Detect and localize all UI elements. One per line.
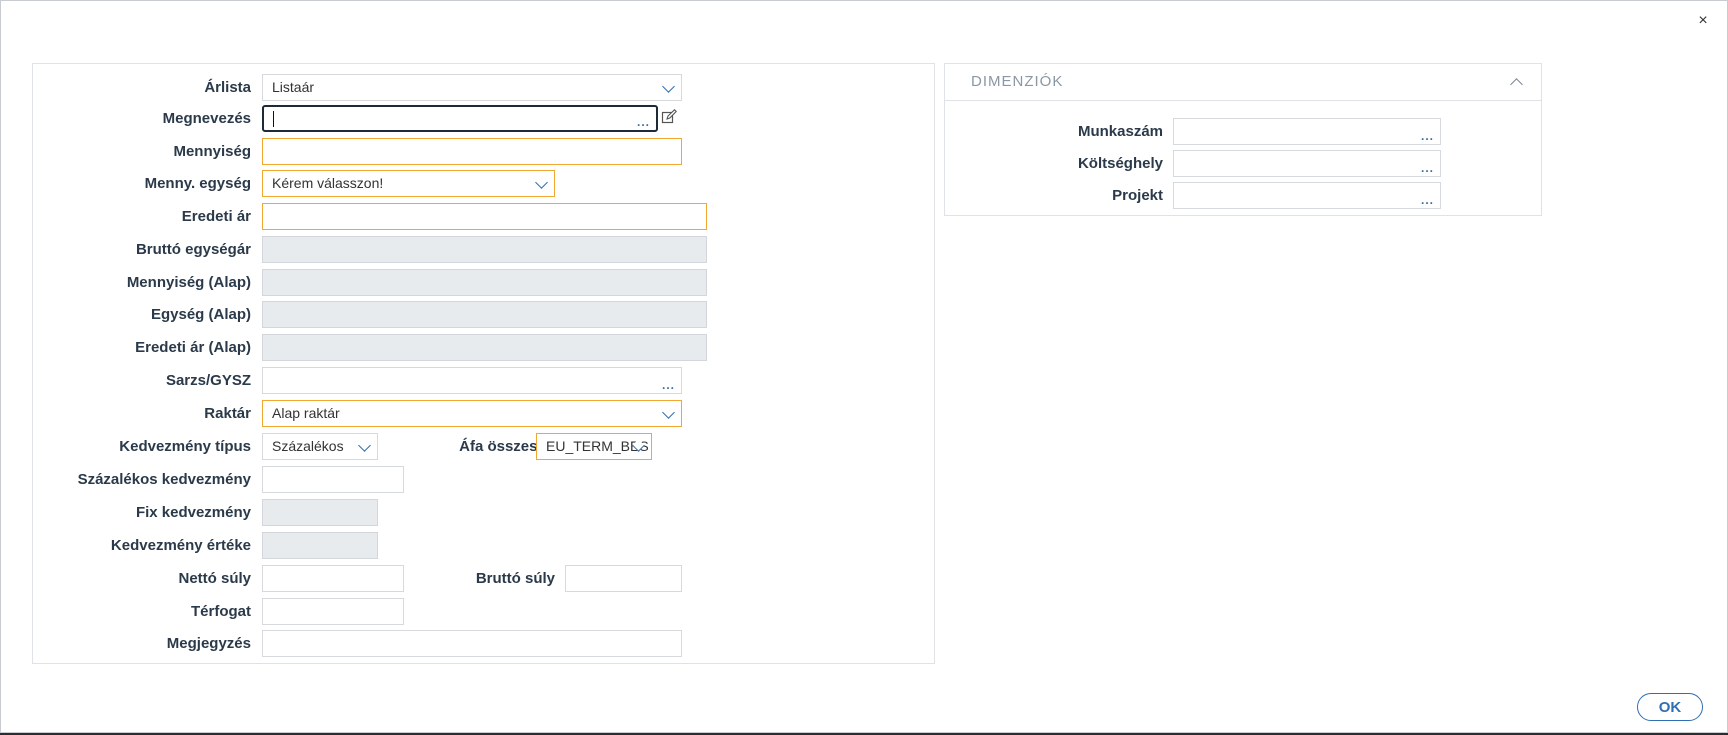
kedvezmeny-erteke-field — [262, 532, 378, 559]
arlista-value: Listaár — [272, 79, 315, 95]
egyseg-alap-field — [262, 301, 707, 328]
mennyiseg-alap-label: Mennyiség (Alap) — [126, 274, 251, 291]
sarzs-label: Sarzs/GYSZ — [165, 372, 251, 389]
dimensions-header[interactable]: DIMENZIÓK — [945, 64, 1541, 101]
koltseghely-input[interactable]: ... — [1173, 150, 1441, 177]
netto-suly-input[interactable] — [262, 565, 404, 592]
eredeti-ar-input[interactable] — [262, 203, 707, 230]
koltseghely-label: Költséghely — [1077, 155, 1163, 172]
arlista-label: Árlista — [204, 79, 251, 96]
raktar-label: Raktár — [204, 405, 251, 422]
megnevezes-input[interactable]: ... — [262, 105, 658, 132]
afa-osszesen-select[interactable]: EU_TERM_BES — [536, 433, 652, 460]
dimensions-title: DIMENZIÓK — [971, 73, 1064, 90]
terfogat-label: Térfogat — [191, 603, 251, 620]
brutto-egysegar-field — [262, 236, 707, 263]
raktar-select[interactable]: Alap raktár — [262, 400, 682, 427]
munkaszam-label: Munkaszám — [1077, 123, 1163, 140]
item-form-panel: Árlista Listaár Megnevezés ... Mennyiség… — [32, 63, 935, 664]
dimensions-panel: DIMENZIÓK Munkaszám ... Költséghely ... … — [944, 63, 1542, 216]
eredeti-ar-label: Eredeti ár — [181, 208, 251, 225]
chevron-down-icon — [662, 80, 675, 93]
menny-egyseg-label: Menny. egység — [144, 175, 251, 192]
munkaszam-input[interactable]: ... — [1173, 118, 1441, 145]
terfogat-input[interactable] — [262, 598, 404, 625]
eredeti-ar-alap-field — [262, 334, 707, 361]
ok-button[interactable]: OK — [1637, 693, 1703, 721]
arlista-select[interactable]: Listaár — [262, 74, 682, 101]
brutto-suly-input[interactable] — [565, 565, 682, 592]
szazalekos-kedvezmeny-input[interactable] — [262, 466, 404, 493]
lookup-dots-icon[interactable]: ... — [662, 379, 675, 391]
mennyiseg-alap-field — [262, 269, 707, 296]
projekt-label: Projekt — [1112, 187, 1163, 204]
menny-egyseg-select[interactable]: Kérem válasszon! — [262, 170, 555, 197]
edit-icon[interactable] — [661, 109, 677, 125]
kedvezmeny-erteke-label: Kedvezmény értéke — [110, 537, 251, 554]
projekt-input[interactable]: ... — [1173, 182, 1441, 209]
brutto-egysegar-label: Bruttó egységár — [135, 241, 251, 258]
kedvezmeny-tipus-value: Százalékos — [272, 438, 344, 454]
menny-egyseg-value: Kérem válasszon! — [272, 175, 384, 191]
egyseg-alap-label: Egység (Alap) — [150, 306, 251, 323]
brutto-suly-label: Bruttó súly — [475, 570, 555, 587]
kedvezmeny-tipus-select[interactable]: Százalékos — [262, 433, 378, 460]
text-caret — [273, 111, 274, 127]
netto-suly-label: Nettó súly — [178, 570, 251, 587]
megnevezes-label: Megnevezés — [162, 110, 251, 127]
close-icon[interactable]: × — [1693, 11, 1713, 31]
lookup-dots-icon[interactable]: ... — [1421, 162, 1434, 174]
chevron-down-icon — [662, 406, 675, 419]
megjegyzes-label: Megjegyzés — [166, 635, 251, 652]
chevron-up-icon[interactable] — [1510, 78, 1523, 91]
eredeti-ar-alap-label: Eredeti ár (Alap) — [135, 339, 251, 356]
megjegyzes-input[interactable] — [262, 630, 682, 657]
chevron-down-icon — [358, 439, 371, 452]
sarzs-input[interactable]: ... — [262, 367, 682, 394]
szazalekos-kedvezmeny-label: Százalékos kedvezmény — [77, 471, 251, 488]
kedvezmeny-tipus-label: Kedvezmény típus — [119, 438, 251, 455]
mennyiseg-input[interactable] — [262, 138, 682, 165]
fix-kedvezmeny-field — [262, 499, 378, 526]
dialog-window: × Árlista Listaár Megnevezés ... Mennyis… — [0, 0, 1728, 733]
lookup-dots-icon[interactable]: ... — [1421, 194, 1434, 206]
raktar-value: Alap raktár — [272, 405, 340, 421]
fix-kedvezmeny-label: Fix kedvezmény — [135, 504, 251, 521]
chevron-down-icon — [535, 176, 548, 189]
lookup-dots-icon[interactable]: ... — [1421, 130, 1434, 142]
afa-osszesen-label: Áfa összesen — [459, 438, 555, 455]
lookup-dots-icon[interactable]: ... — [637, 116, 650, 128]
mennyiseg-label: Mennyiség — [173, 143, 251, 160]
